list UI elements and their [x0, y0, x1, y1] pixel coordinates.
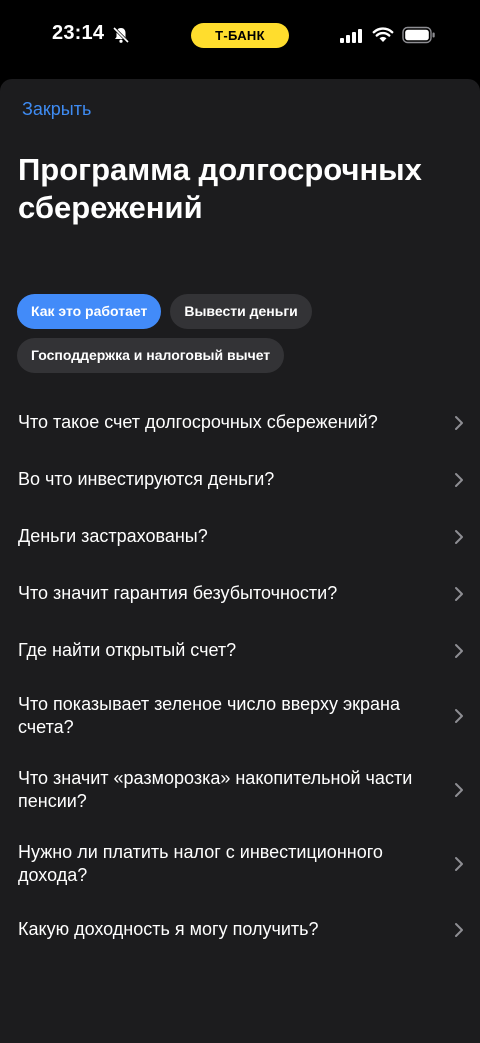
chevron-right-icon [455, 472, 463, 487]
chip-state-support[interactable]: Господдержка и налоговый вычет [17, 338, 285, 373]
chevron-right-icon [455, 529, 463, 544]
battery-icon [402, 26, 435, 44]
faq-item[interactable]: Что значит «разморозка» накопительной ча… [0, 753, 480, 827]
wifi-icon [372, 27, 394, 42]
chevron-right-icon [455, 709, 463, 723]
chevron-right-icon [455, 922, 463, 937]
bottom-sheet: Закрыть Программа долгосрочных сбережени… [0, 79, 480, 1043]
chip-withdraw-money[interactable]: Вывести деньги [170, 294, 312, 329]
faq-question: Что такое счет долгосрочных сбережений? [18, 412, 378, 432]
faq-question: Что значит «разморозка» накопительной ча… [18, 768, 413, 811]
page-title: Программа долгосрочных сбережений [18, 152, 422, 225]
chip-how-it-works[interactable]: Как это работает [17, 294, 162, 329]
faq-item[interactable]: Деньги застрахованы? [0, 508, 480, 565]
chevron-right-icon [455, 586, 463, 601]
faq-item[interactable]: Что такое счет долгосрочных сбережений? [0, 394, 480, 451]
faq-question: Что значит гарантия безубыточности? [18, 583, 338, 603]
faq-question: Что показывает зеленое число вверху экра… [18, 694, 400, 737]
chip-group: Как это работает Вывести деньги Господде… [17, 294, 457, 373]
close-button[interactable]: Закрыть [22, 99, 91, 120]
faq-item[interactable]: Где найти открытый счет? [0, 622, 480, 679]
faq-question: Деньги застрахованы? [18, 526, 208, 546]
faq-item[interactable]: Что показывает зеленое число вверху экра… [0, 679, 480, 753]
chevron-right-icon [455, 415, 463, 430]
faq-item[interactable]: Какую доходность я могу получить? [0, 901, 480, 958]
faq-item[interactable]: Во что инвестируются деньги? [0, 451, 480, 508]
bank-badge[interactable]: Т-БАНК [191, 23, 289, 48]
faq-question: Какую доходность я могу получить? [18, 919, 319, 939]
chevron-right-icon [455, 643, 463, 658]
faq-question: Во что инвестируются деньги? [18, 469, 275, 489]
faq-item[interactable]: Нужно ли платить налог с инвестиционного… [0, 827, 480, 901]
status-bar: 23:14 Т-БАНК [0, 0, 480, 72]
faq-question: Где найти открытый счет? [18, 640, 237, 660]
faq-list: Что такое счет долгосрочных сбережений? … [0, 394, 480, 958]
bell-off-icon [112, 26, 130, 44]
chevron-right-icon [455, 857, 463, 871]
faq-item[interactable]: Что значит гарантия безубыточности? [0, 565, 480, 622]
faq-question: Нужно ли платить налог с инвестиционного… [18, 842, 383, 885]
status-time: 23:14 [52, 22, 105, 44]
chevron-right-icon [455, 783, 463, 797]
signal-icon [340, 29, 362, 43]
